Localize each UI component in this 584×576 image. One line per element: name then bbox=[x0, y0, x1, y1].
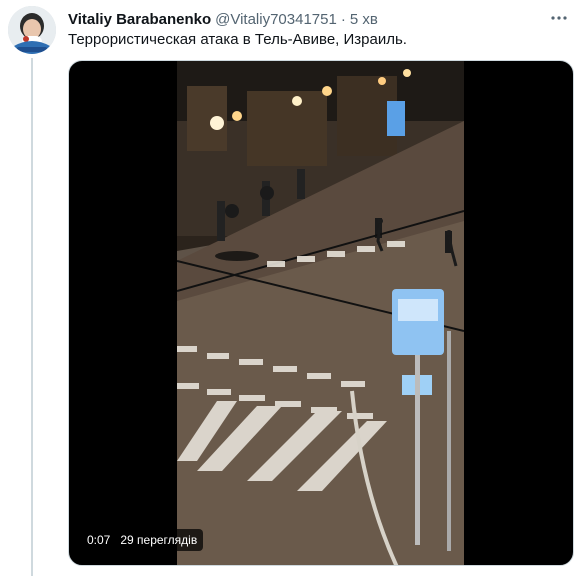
thread-connector-line bbox=[31, 58, 33, 576]
more-options-button[interactable] bbox=[548, 7, 570, 29]
video-info-overlay: 0:07 29 переглядів bbox=[81, 529, 204, 551]
video-frame[interactable] bbox=[177, 61, 464, 565]
tweet-text: Террористическая атака в Тель-Авиве, Изр… bbox=[68, 31, 407, 48]
avatar[interactable] bbox=[8, 6, 56, 54]
author-name[interactable]: Vitaliy Barabanenko bbox=[68, 11, 211, 28]
avatar-image bbox=[8, 6, 56, 54]
tweet-timestamp[interactable]: 5 хв bbox=[350, 11, 378, 28]
street-scene-image bbox=[177, 61, 464, 565]
video-view-count: 29 переглядів bbox=[120, 533, 198, 547]
author-handle[interactable]: @Vitaliy70341751 bbox=[215, 11, 337, 28]
video-player[interactable]: 0:07 29 переглядів bbox=[68, 60, 574, 566]
separator-dot: · bbox=[340, 10, 346, 28]
video-elapsed-time: 0:07 bbox=[87, 533, 111, 547]
tweet-header: Vitaliy Barabanenko @Vitaliy70341751 · 5… bbox=[68, 9, 544, 29]
more-horizontal-icon bbox=[551, 16, 567, 20]
